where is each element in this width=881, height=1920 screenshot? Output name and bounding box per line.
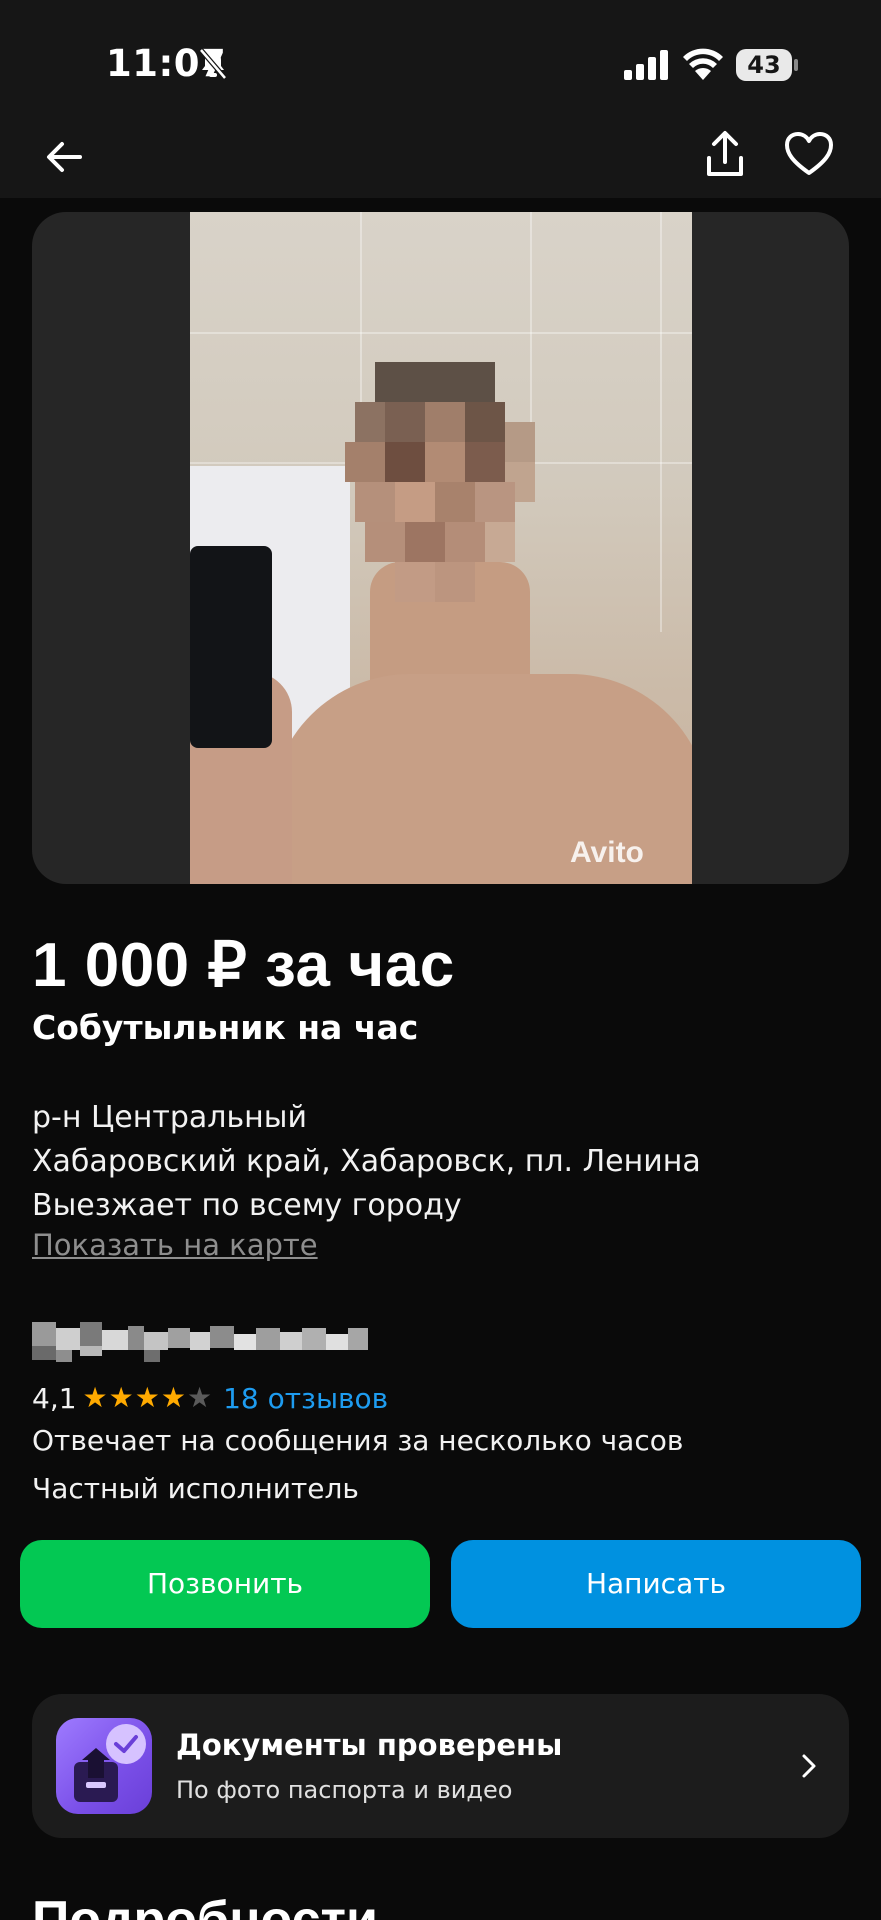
chevron-right-icon (802, 1754, 816, 1778)
address-location: Хабаровский край, Хабаровск, пл. Ленина (32, 1144, 701, 1179)
blurred-face (345, 362, 535, 602)
seller-name-blurred[interactable] (32, 1322, 368, 1364)
seller-type: Частный исполнитель (32, 1472, 359, 1505)
heart-icon[interactable] (782, 128, 836, 182)
travel-info: Выезжает по всему городу (32, 1188, 462, 1223)
message-button[interactable]: Написать (451, 1540, 861, 1628)
documents-verified-card[interactable]: Документы проверены По фото паспорта и в… (32, 1694, 849, 1838)
top-navigation-bar (0, 120, 881, 198)
rating-stars: ★ ★ ★ ★ ★ (83, 1384, 214, 1412)
rating-value: 4,1 (32, 1381, 77, 1415)
response-time: Отвечает на сообщения за несколько часов (32, 1424, 684, 1457)
star-empty-icon: ★ (186, 1381, 213, 1414)
bell-muted-icon (199, 48, 227, 80)
address-district: р-н Центральный (32, 1100, 307, 1135)
star-icon: ★ (160, 1381, 186, 1414)
listing-photo[interactable]: Avito (190, 212, 692, 884)
photo-gallery[interactable]: Avito (32, 212, 849, 884)
wifi-icon (683, 48, 723, 80)
star-icon: ★ (134, 1381, 160, 1414)
photo-watermark: Avito (570, 836, 644, 869)
documents-title: Документы проверены (176, 1728, 563, 1762)
show-on-map-link[interactable]: Показать на карте (32, 1228, 318, 1262)
price: 1 000 ₽ за час (32, 931, 455, 1000)
star-icon: ★ (108, 1381, 134, 1414)
cellular-signal-icon (624, 50, 668, 80)
rating-row: 4,1 ★ ★ ★ ★ ★ 18 отзывов (32, 1380, 388, 1416)
call-button[interactable]: Позвонить (20, 1540, 430, 1628)
arrow-left-icon[interactable] (40, 132, 90, 182)
battery-indicator: 43 (736, 49, 798, 81)
details-section-heading: Подробности (32, 1891, 378, 1920)
verified-document-icon (56, 1718, 152, 1814)
reviews-link[interactable]: 18 отзывов (223, 1382, 388, 1415)
star-icon: ★ (82, 1381, 108, 1414)
documents-subtitle: По фото паспорта и видео (176, 1776, 513, 1804)
share-icon[interactable] (700, 128, 750, 182)
status-bar: 11:07 43 (0, 0, 881, 120)
phone-shape (190, 546, 272, 748)
listing-title: Собутыльник на час (32, 1008, 419, 1047)
battery-level: 43 (747, 51, 781, 79)
